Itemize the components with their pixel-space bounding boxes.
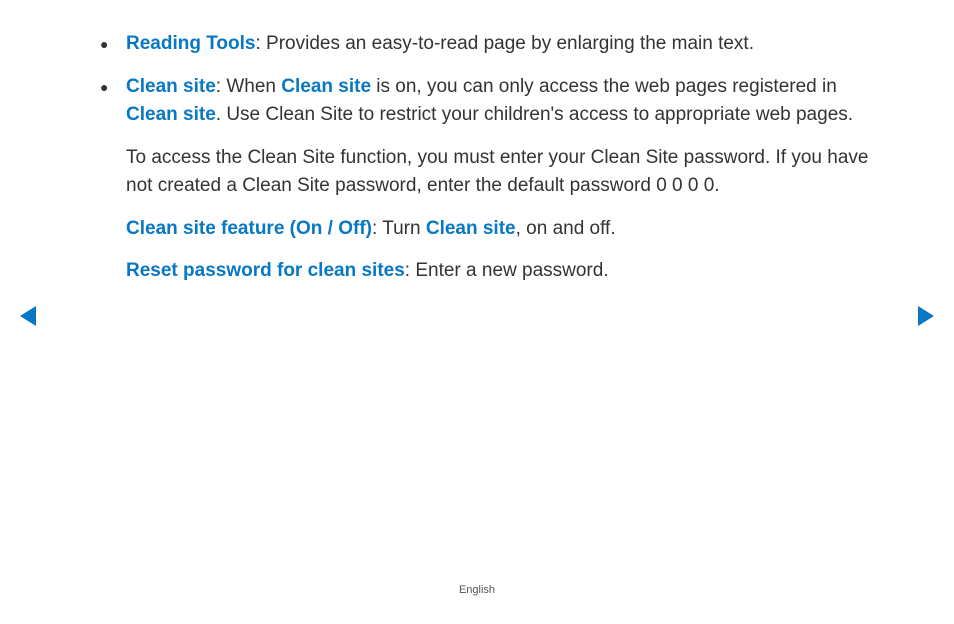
seg: . Use Clean Site to restrict your childr… — [216, 104, 853, 125]
text-reading-tools: : Provides an easy-to-read page by enlar… — [255, 33, 754, 54]
document-content: Reading Tools: Provides an easy-to-read … — [0, 0, 954, 286]
text-reset-password: : Enter a new password. — [405, 260, 609, 281]
seg: , on and off. — [516, 218, 616, 239]
paragraph-reset-password: Reset password for clean sites: Enter a … — [100, 257, 874, 286]
bullet-list: Reading Tools: Provides an easy-to-read … — [100, 30, 874, 130]
bullet-clean-site: Clean site: When Clean site is on, you c… — [100, 73, 874, 130]
previous-page-arrow-icon[interactable] — [20, 306, 36, 326]
bullet-reading-tools: Reading Tools: Provides an easy-to-read … — [100, 30, 874, 59]
inline-clean-site-3: Clean site — [426, 218, 516, 239]
term-feature-toggle: Clean site feature (On / Off) — [126, 218, 372, 239]
seg: is on, you can only access the web pages… — [371, 76, 837, 97]
term-clean-site: Clean site — [126, 76, 216, 97]
term-reset-password: Reset password for clean sites — [126, 260, 405, 281]
inline-clean-site-2: Clean site — [126, 104, 216, 125]
paragraph-password-info: To access the Clean Site function, you m… — [100, 144, 874, 201]
seg: : When — [216, 76, 281, 97]
term-reading-tools: Reading Tools — [126, 33, 255, 54]
seg: : Turn — [372, 218, 426, 239]
paragraph-feature-toggle: Clean site feature (On / Off): Turn Clea… — [100, 215, 874, 244]
next-page-arrow-icon[interactable] — [918, 306, 934, 326]
footer-language: English — [0, 584, 954, 596]
inline-clean-site-1: Clean site — [281, 76, 371, 97]
